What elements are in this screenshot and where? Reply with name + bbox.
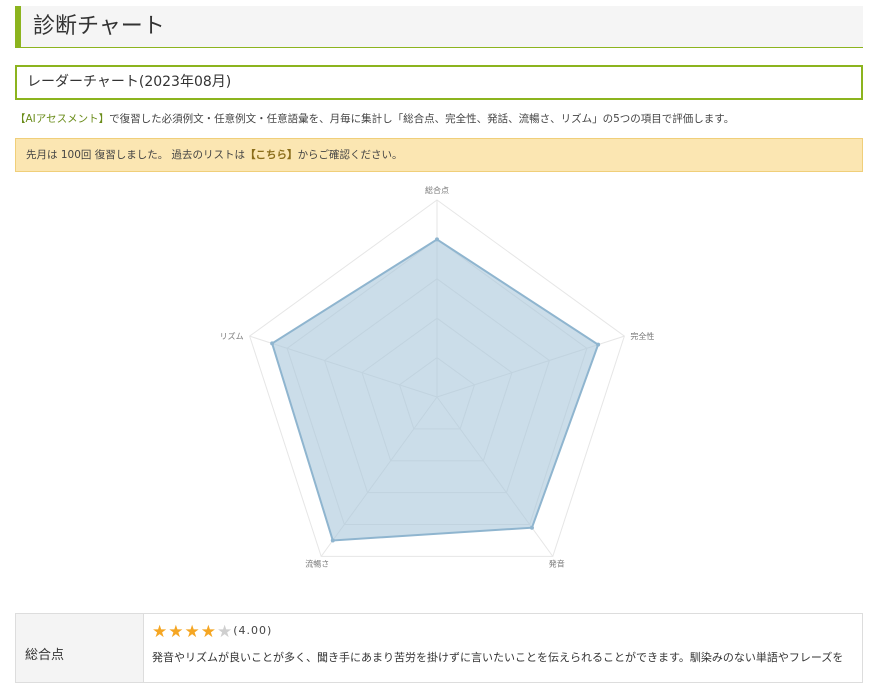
section-title: レーダーチャート(2023年08月)	[15, 65, 863, 100]
ai-assessment-link[interactable]: 【AIアセスメント】	[15, 113, 109, 125]
data-point	[435, 237, 439, 242]
axis-label: 流暢さ	[305, 558, 329, 568]
notice-text: 先月は 100回 復習しました。 過去のリストは	[26, 149, 246, 161]
axis-label: リズム	[220, 331, 244, 341]
star-filled-icon: ★	[200, 622, 217, 642]
page-title: 診断チャート	[15, 6, 863, 48]
star-filled-icon: ★	[168, 622, 185, 642]
description-text: で復習した必須例文・任意例文・任意語彙を、月毎に集計し「総合点、完全性、発話、流…	[109, 113, 735, 125]
star-rating: ★★★★★(4.00)	[152, 622, 854, 641]
axis-label: 総合点	[425, 185, 449, 195]
star-empty-icon: ★	[217, 622, 234, 642]
score-comment: 発音やリズムが良いことが多く、聞き手にあまり苦労を掛けずに言いたいことを伝えられ…	[152, 651, 844, 664]
score-value: (4.00)	[233, 624, 273, 637]
stars-container: ★★★★★	[152, 622, 233, 642]
notice-text-after: からご確認ください。	[297, 149, 403, 161]
score-body: ★★★★★(4.00) 発音やリズムが良いことが多く、聞き手にあまり苦労を掛けず…	[144, 614, 862, 682]
data-point	[270, 341, 275, 346]
past-list-link[interactable]: 【こちら】	[245, 149, 298, 161]
data-point	[330, 538, 335, 543]
star-filled-icon: ★	[152, 622, 169, 642]
data-point	[596, 342, 601, 347]
axis-label: 発音	[549, 558, 565, 568]
description: 【AIアセスメント】で復習した必須例文・任意例文・任意語彙を、月毎に集計し「総合…	[15, 111, 863, 126]
notice-box: 先月は 100回 復習しました。 過去のリストは【こちら】からご確認ください。	[15, 138, 863, 172]
score-label: 総合点	[16, 614, 144, 682]
star-filled-icon: ★	[184, 622, 201, 642]
radar-chart: 総合点完全性発音 流暢さ リズム	[220, 185, 655, 568]
data-point	[529, 525, 534, 530]
axis-label: 完全性	[630, 331, 654, 341]
